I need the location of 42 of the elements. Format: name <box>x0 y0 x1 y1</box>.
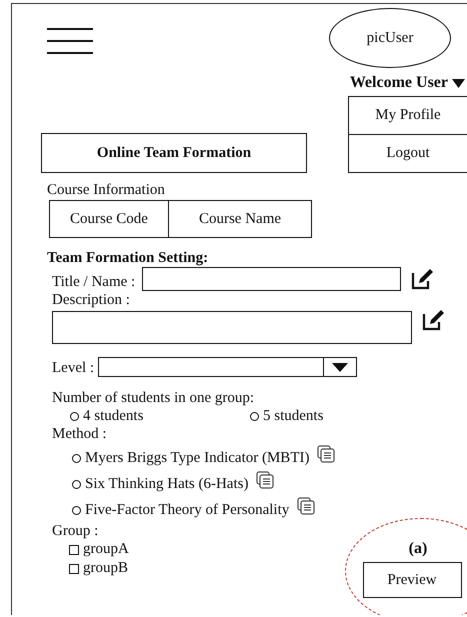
checkbox[interactable] <box>69 544 79 554</box>
title-field[interactable] <box>142 267 402 291</box>
caret-icon <box>332 362 348 372</box>
field-label: Group : <box>51 522 100 540</box>
radio-button[interactable] <box>72 480 81 488</box>
user-menu-item[interactable]: Logout <box>349 134 467 172</box>
edit-icon[interactable] <box>422 309 444 331</box>
field-label: Title / Name : <box>52 273 136 291</box>
radio-button[interactable] <box>72 506 81 514</box>
option-label: groupA <box>83 540 129 559</box>
option-label: 5 students <box>263 407 324 425</box>
welcome-text: Welcome User <box>350 74 448 92</box>
annotation-label: (a) <box>408 540 428 558</box>
option-label: Six Thinking Hats (6-Hats) <box>85 475 248 493</box>
user-avatar[interactable]: picUser <box>329 8 451 68</box>
document-icon[interactable] <box>297 497 316 515</box>
field-label: Method : <box>51 425 108 443</box>
document-icon[interactable] <box>256 471 274 489</box>
option-label: 4 students <box>83 407 144 425</box>
page-title: Online Team Formation <box>41 133 307 173</box>
field-label: Level : <box>52 359 94 377</box>
user-menu-item[interactable]: My Profile <box>349 97 467 134</box>
table-cell: Course Code <box>50 201 169 237</box>
section-heading: Team Formation Setting: <box>47 249 210 267</box>
radio-button[interactable] <box>72 454 81 462</box>
field-label: Number of students in one group: <box>51 389 256 407</box>
section-label: Course Information <box>47 181 166 199</box>
caret-icon[interactable] <box>452 78 465 88</box>
radio-button[interactable] <box>70 412 79 420</box>
field-label: Description : <box>51 291 131 309</box>
option-label: Five-Factor Theory of Personality <box>85 501 290 519</box>
table-cell-text: Course Name <box>198 210 282 228</box>
option-label: groupB <box>83 559 128 578</box>
option-label: Myers Briggs Type Indicator (MBTI) <box>85 449 310 467</box>
menu-icon[interactable] <box>47 28 93 54</box>
radio-button[interactable] <box>250 412 259 420</box>
level-dropdown[interactable] <box>98 357 358 377</box>
edit-icon[interactable] <box>411 268 434 290</box>
preview-button[interactable]: Preview <box>362 562 462 598</box>
description-field[interactable] <box>52 311 412 344</box>
document-icon[interactable] <box>317 445 336 463</box>
checkbox[interactable] <box>69 564 79 574</box>
